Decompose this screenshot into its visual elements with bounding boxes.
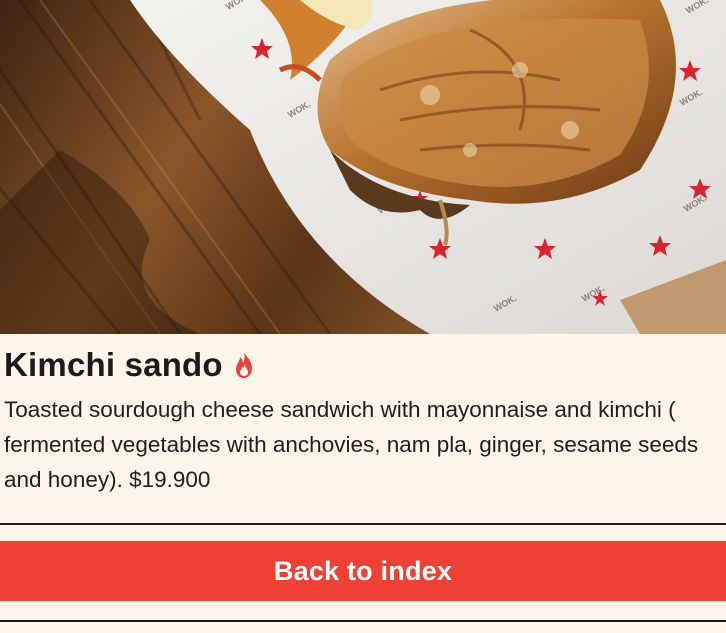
divider-top <box>0 523 726 525</box>
fire-icon <box>233 351 255 379</box>
dish-photo: WOK. WOK. WOK. WOK. WOK. WOK. WOK. WOK. … <box>0 0 726 334</box>
dish-title-row: Kimchi sando <box>4 348 255 381</box>
dish-description: Toasted sourdough cheese sandwich with m… <box>4 397 699 492</box>
dish-title: Kimchi sando <box>4 346 223 383</box>
divider-bottom <box>0 620 726 622</box>
dish-detail-page: WOK. WOK. WOK. WOK. WOK. WOK. WOK. WOK. … <box>0 0 726 633</box>
back-to-index-button[interactable]: Back to index <box>0 541 726 601</box>
